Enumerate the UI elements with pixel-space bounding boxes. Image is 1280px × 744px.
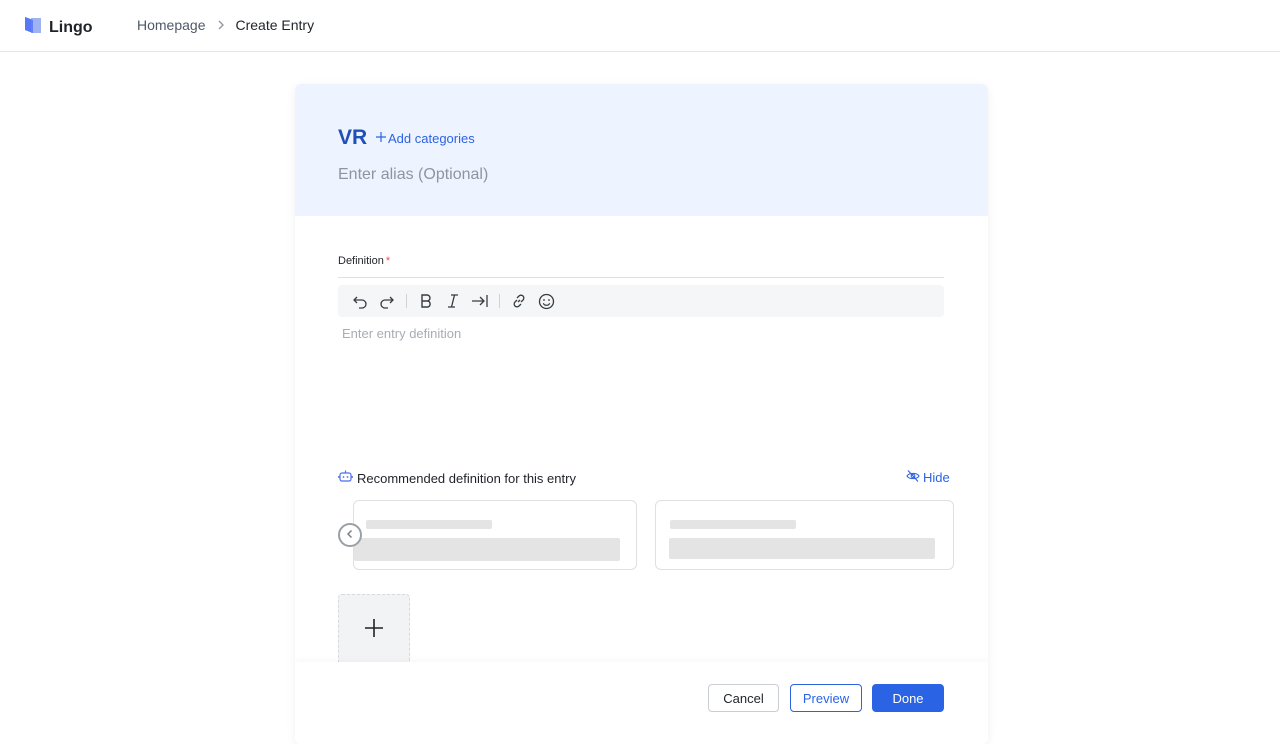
carousel-prev-button[interactable] <box>338 523 362 547</box>
toolbar-divider <box>406 294 407 308</box>
skeleton-line <box>670 520 796 529</box>
skeleton-block <box>354 538 620 561</box>
emoji-icon[interactable] <box>537 292 555 310</box>
recommendation-card[interactable] <box>655 500 954 570</box>
divider <box>338 277 944 278</box>
brand-name: Lingo <box>49 18 93 36</box>
skeleton-block <box>669 538 935 559</box>
entry-header: VR Add categories <box>295 84 988 216</box>
recommendation-card[interactable] <box>353 500 637 570</box>
alias-input[interactable] <box>338 164 738 186</box>
upload-image-button[interactable] <box>338 594 410 666</box>
editor-toolbar <box>338 285 944 317</box>
link-icon[interactable] <box>510 292 528 310</box>
plus-icon <box>364 618 384 643</box>
chevron-left-icon <box>345 526 355 544</box>
skeleton-line <box>366 520 492 529</box>
chevron-right-icon <box>215 19 227 31</box>
hide-label: Hide <box>923 470 950 485</box>
done-button[interactable]: Done <box>872 684 944 712</box>
lingo-logo-icon <box>23 15 43 40</box>
add-categories-button[interactable]: Add categories <box>375 131 475 146</box>
definition-label: Definition * <box>338 255 391 267</box>
top-bar: Lingo Homepage Create Entry <box>0 0 1280 52</box>
create-entry-card: VR Add categories Definition* <box>295 84 988 744</box>
indent-icon[interactable] <box>471 292 489 310</box>
bold-icon[interactable] <box>417 292 435 310</box>
redo-icon[interactable] <box>378 292 396 310</box>
italic-icon[interactable] <box>444 292 462 310</box>
breadcrumb: Homepage Create Entry <box>137 17 314 33</box>
cancel-button[interactable]: Cancel <box>708 684 779 712</box>
undo-icon[interactable] <box>351 292 369 310</box>
definition-placeholder: Enter entry definition <box>342 326 462 341</box>
plus-icon <box>375 131 387 146</box>
card-footer: Cancel Preview Done <box>295 662 988 744</box>
breadcrumb-current: Create Entry <box>235 17 315 33</box>
hide-recommendation-button[interactable]: Hide <box>906 469 950 486</box>
definition-editor[interactable]: Enter entry definition <box>342 326 942 426</box>
toolbar-divider <box>499 294 500 308</box>
required-mark: * <box>385 255 391 267</box>
eye-off-icon <box>906 469 920 486</box>
recommended-title-text: Recommended definition for this entry <box>357 470 576 486</box>
entry-term[interactable]: VR <box>338 126 367 150</box>
recommended-title: Recommended definition for this entry <box>338 469 576 487</box>
robot-icon <box>338 469 353 487</box>
breadcrumb-homepage[interactable]: Homepage <box>137 17 206 33</box>
preview-button[interactable]: Preview <box>790 684 862 712</box>
brand[interactable]: Lingo <box>23 15 93 40</box>
add-categories-label: Add categories <box>388 131 475 146</box>
